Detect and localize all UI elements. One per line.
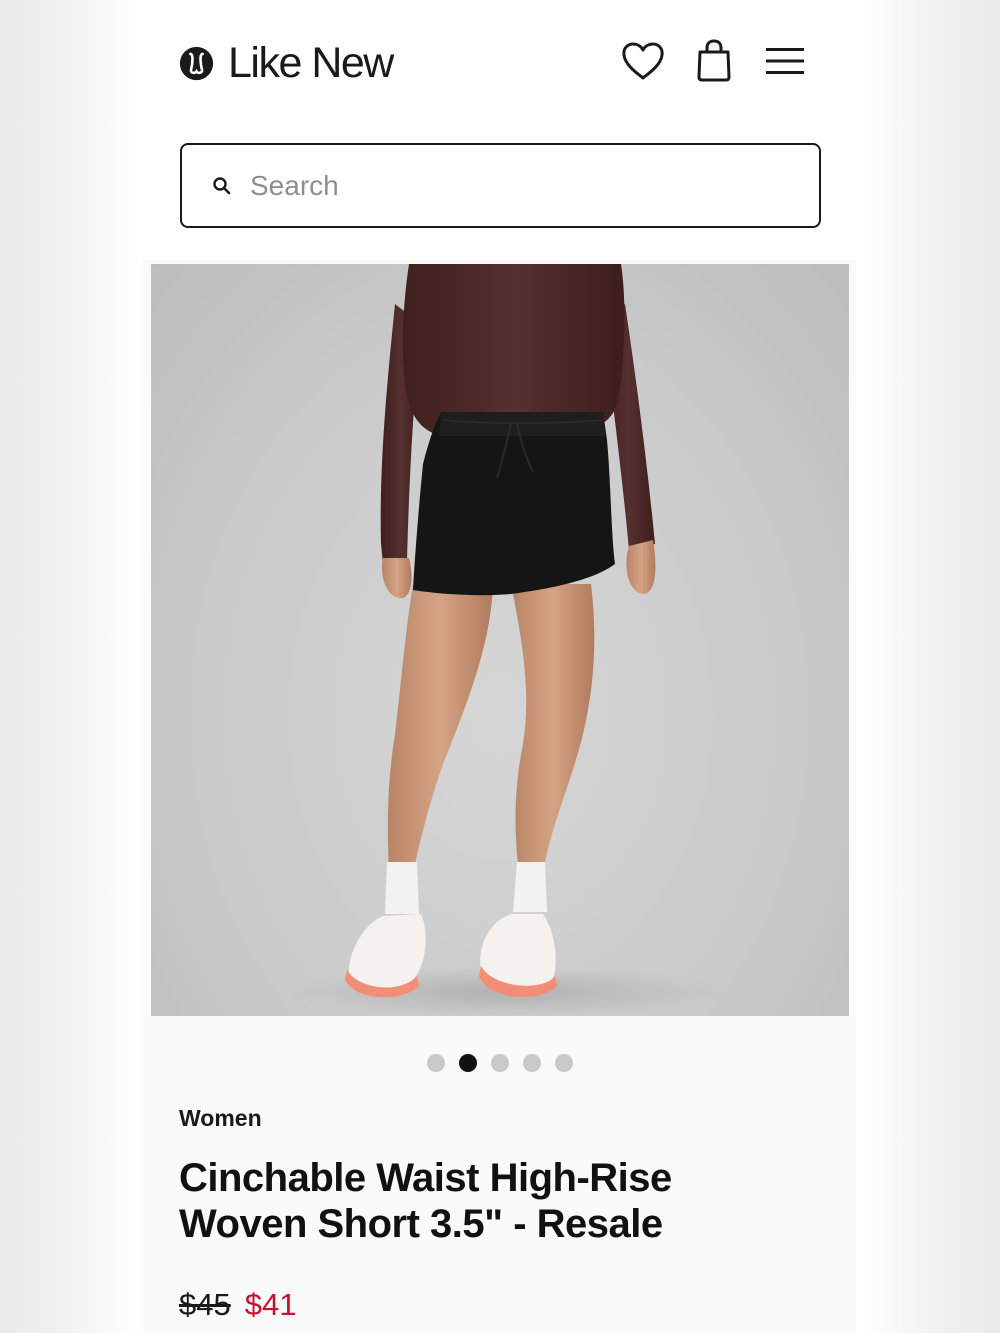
original-price: $45 — [179, 1287, 231, 1322]
search-bar[interactable] — [180, 143, 821, 228]
search-icon — [213, 176, 231, 194]
brand-name: Like New — [228, 38, 394, 87]
product-category: Women — [179, 1105, 262, 1131]
carousel-dot[interactable] — [554, 1054, 573, 1072]
image-carousel-dots — [143, 1054, 856, 1074]
menu-button[interactable] — [760, 36, 810, 86]
product-title: Cinchable Waist High-Rise Woven Short 3.… — [179, 1156, 672, 1246]
lululemon-logo-icon — [179, 46, 214, 80]
heart-icon — [622, 42, 664, 80]
shopping-bag-icon — [697, 39, 731, 82]
search-input[interactable] — [250, 169, 770, 202]
search-section — [143, 125, 856, 260]
wishlist-button[interactable] — [618, 36, 668, 86]
hamburger-menu-icon — [766, 48, 804, 74]
cart-button[interactable] — [689, 36, 739, 86]
carousel-dot[interactable] — [426, 1054, 445, 1072]
product-image[interactable] — [151, 264, 849, 1016]
carousel-dot[interactable] — [522, 1054, 541, 1072]
product-photo — [286, 264, 726, 1016]
app-screen: Like New Search Women Cinchable Waist Hi… — [143, 0, 856, 1333]
brand-home-link[interactable]: Like New — [179, 38, 394, 88]
site-header: Like New — [143, 0, 856, 125]
carousel-dot[interactable] — [490, 1054, 509, 1072]
price-row: $45 $41 — [179, 1287, 296, 1323]
sale-price: $41 — [244, 1287, 297, 1322]
carousel-dot-active[interactable] — [458, 1054, 477, 1072]
